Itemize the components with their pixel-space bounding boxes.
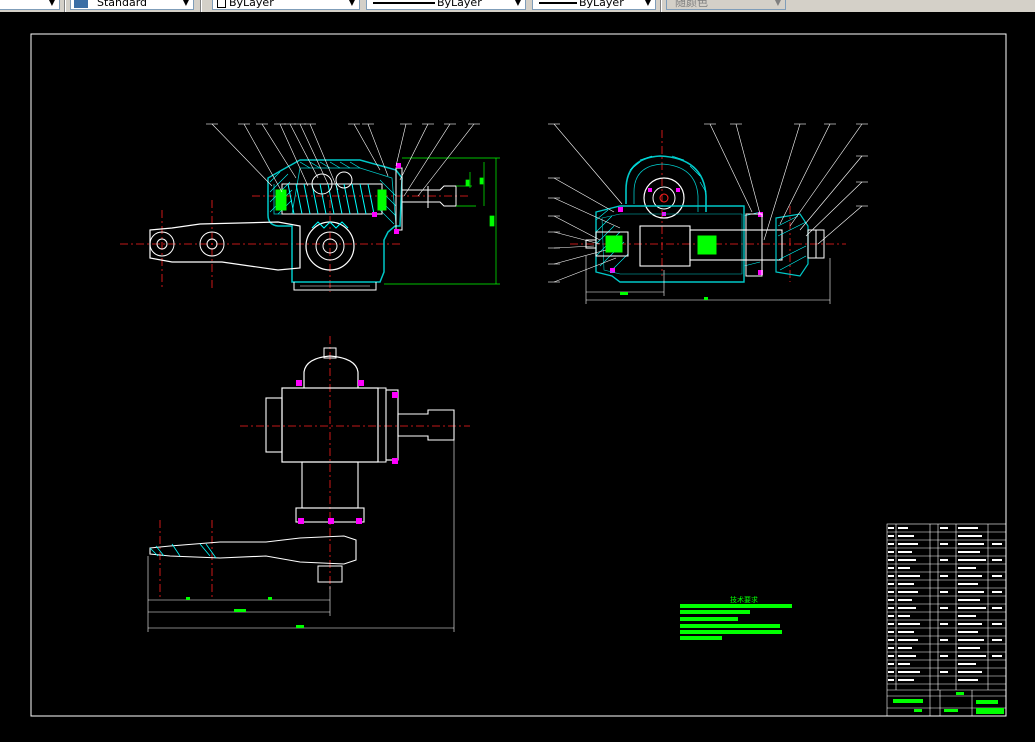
text-style-value: Standard	[97, 0, 148, 9]
bearing-left	[275, 189, 287, 211]
layer-combo[interactable]: ByLayer ▼	[212, 0, 360, 10]
dimension-text-mark	[620, 292, 628, 295]
color-swatch-icon	[217, 0, 226, 8]
plot-style-value: 随颜色	[675, 0, 708, 9]
chevron-down-icon[interactable]: ▼	[180, 0, 192, 9]
chevron-down-icon[interactable]: ▼	[512, 0, 524, 9]
toolbar-left-combo[interactable]: ▼	[0, 0, 60, 10]
layer-value: ByLayer	[229, 0, 274, 9]
toolbar-separator	[64, 0, 66, 12]
linetype-combo[interactable]: ByLayer ▼	[366, 0, 526, 10]
chevron-down-icon[interactable]: ▼	[46, 0, 58, 9]
chevron-down-icon[interactable]: ▼	[642, 0, 654, 9]
linetype-swatch-icon	[373, 2, 435, 4]
plot-style-combo[interactable]: 随颜色 ▼	[666, 0, 786, 10]
toolbar-separator	[200, 0, 202, 12]
chevron-down-icon[interactable]: ▼	[772, 0, 784, 9]
lineweight-value: ByLayer	[579, 0, 624, 9]
technical-requirements-title: 技术要求	[730, 595, 758, 604]
bearing-right	[377, 189, 387, 211]
linetype-value: ByLayer	[437, 0, 482, 9]
text-style-icon	[74, 0, 88, 8]
chevron-down-icon[interactable]: ▼	[346, 0, 358, 9]
text-style-combo[interactable]: Standard ▼	[70, 0, 194, 10]
bearing	[697, 235, 717, 255]
toolbar-separator	[660, 0, 662, 12]
model-space-background	[0, 12, 1035, 738]
lineweight-combo[interactable]: ByLayer ▼	[532, 0, 656, 10]
drawing-canvas[interactable]: 技术要求	[0, 12, 1035, 738]
lineweight-swatch-icon	[539, 2, 577, 4]
dimension-text-mark	[704, 297, 708, 300]
